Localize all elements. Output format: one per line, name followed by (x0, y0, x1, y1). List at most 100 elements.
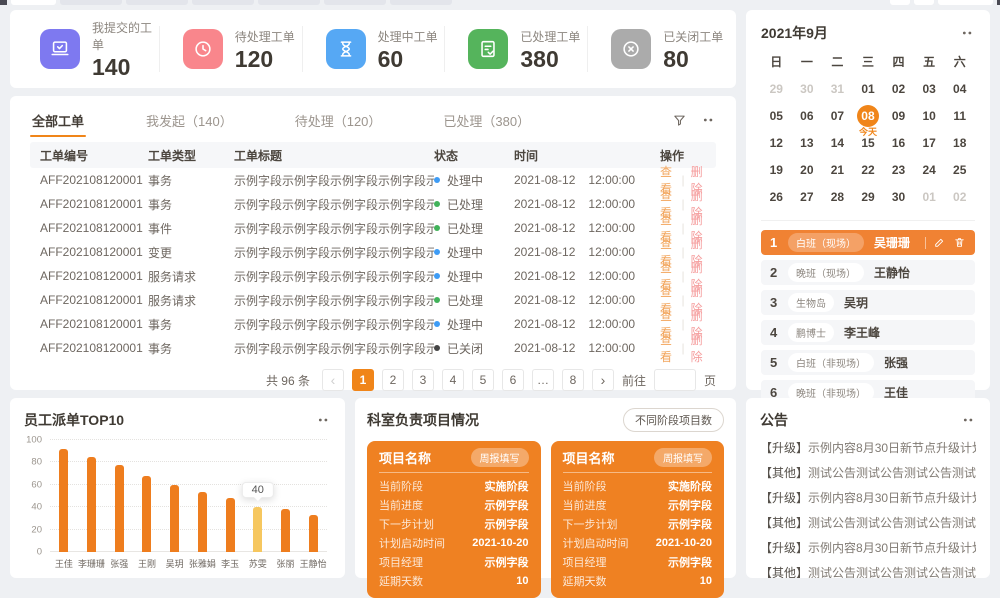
delete-link[interactable]: 删除 (691, 331, 706, 365)
weekly-report-button[interactable]: 周报填写 (471, 448, 529, 467)
notice-item[interactable]: 【升级】示例内容8月30日新节点升级计划通知 (760, 436, 976, 461)
calendar-day[interactable]: 05 (761, 102, 792, 129)
bar-张强[interactable] (105, 465, 133, 552)
calendar-day[interactable]: 21 (822, 156, 853, 183)
page-button-4[interactable]: 4 (442, 369, 464, 391)
top-tab-medium[interactable] (938, 0, 993, 5)
page-button-3[interactable]: 3 (412, 369, 434, 391)
stat-item[interactable]: 已处理工单380 (444, 10, 587, 88)
top-tab[interactable] (192, 0, 254, 5)
page-button-…[interactable]: … (532, 369, 554, 391)
more-icon[interactable] (318, 418, 331, 422)
shift-row[interactable]: 1白班（现场）吴珊珊 (761, 230, 975, 255)
tab-已处理（380）[interactable]: 已处理（380） (441, 102, 532, 138)
calendar-day[interactable]: 17 (914, 129, 945, 156)
calendar-day[interactable]: 24 (914, 156, 945, 183)
calendar-day[interactable]: 29 (853, 183, 884, 210)
notice-item[interactable]: 【其他】测试公告测试公告测试公告测试公告测试公告 (760, 511, 976, 536)
stat-item[interactable]: 处理中工单60 (302, 10, 445, 88)
bar-李珊珊[interactable] (78, 457, 106, 552)
page-button-5[interactable]: 5 (472, 369, 494, 391)
view-link[interactable]: 查看 (660, 331, 675, 365)
calendar-day[interactable]: 09 (883, 102, 914, 129)
tab-全部工单[interactable]: 全部工单 (30, 102, 86, 138)
stage-count-button[interactable]: 不同阶段项目数 (623, 408, 724, 432)
calendar-day[interactable]: 18 (944, 129, 975, 156)
calendar-day[interactable]: 13 (792, 129, 823, 156)
calendar-day[interactable]: 26 (761, 183, 792, 210)
bar-王静怡[interactable] (299, 515, 327, 552)
calendar-day[interactable]: 11 (944, 102, 975, 129)
calendar-day[interactable]: 12 (761, 129, 792, 156)
calendar-day[interactable]: 29 (761, 75, 792, 102)
calendar-day[interactable]: 22 (853, 156, 884, 183)
calendar-day[interactable]: 14 (822, 129, 853, 156)
top-tab[interactable] (324, 0, 386, 5)
top-tab[interactable] (126, 0, 188, 5)
more-icon[interactable] (962, 31, 975, 35)
edit-icon[interactable] (933, 236, 946, 249)
bar-吴玥[interactable] (161, 485, 189, 552)
top-tab-active[interactable] (11, 0, 56, 5)
page-button-6[interactable]: 6 (502, 369, 524, 391)
next-page-button[interactable]: › (592, 369, 614, 391)
calendar-day[interactable]: 31 (822, 75, 853, 102)
cell-status: 已关闭 (434, 340, 514, 357)
stat-item[interactable]: 已关闭工单80 (587, 10, 730, 88)
notice-item[interactable]: 【其他】测试公告测试公告测试公告测试公告测试公告 (760, 561, 976, 578)
goto-page-input[interactable] (654, 369, 696, 391)
top-tab[interactable] (258, 0, 320, 5)
top-tab-small[interactable] (890, 0, 910, 5)
bar-李玉[interactable] (216, 498, 244, 552)
calendar-day[interactable]: 19 (761, 156, 792, 183)
stat-item[interactable]: 待处理工单120 (159, 10, 302, 88)
stat-item[interactable]: 我提交的工单140 (16, 10, 159, 88)
top-tab-small[interactable] (914, 0, 934, 5)
filter-icon[interactable] (672, 113, 687, 128)
more-icon[interactable] (703, 118, 716, 122)
prev-page-button[interactable]: ‹ (322, 369, 344, 391)
tab-待处理（120）[interactable]: 待处理（120） (293, 102, 384, 138)
calendar-day[interactable]: 06 (792, 102, 823, 129)
project-card[interactable]: 项目名称周报填写当前阶段实施阶段当前进度示例字段下一步计划示例字段计划启动时间2… (367, 441, 541, 598)
top-tab[interactable] (60, 0, 122, 5)
bar-王刚[interactable] (133, 476, 161, 552)
shift-row[interactable]: 2晚班（现场）王静怡 (761, 260, 975, 285)
calendar-day[interactable]: 25 (944, 156, 975, 183)
bar-苏雯[interactable]: 40 (244, 507, 272, 552)
calendar-day[interactable]: 01 (853, 75, 884, 102)
weekly-report-button[interactable]: 周报填写 (654, 448, 712, 467)
bar-王佳[interactable] (50, 449, 78, 552)
shift-row[interactable]: 5白班（非现场）张强 (761, 350, 975, 375)
calendar-day[interactable]: 28 (822, 183, 853, 210)
calendar-day[interactable]: 01 (914, 183, 945, 210)
notice-item[interactable]: 【升级】示例内容8月30日新节点升级计划通知 (760, 486, 976, 511)
calendar-day[interactable]: 02 (883, 75, 914, 102)
calendar-day[interactable]: 20 (792, 156, 823, 183)
page-button-8[interactable]: 8 (562, 369, 584, 391)
shift-row[interactable]: 3生物岛吴玥 (761, 290, 975, 315)
page-button-2[interactable]: 2 (382, 369, 404, 391)
notice-item[interactable]: 【升级】示例内容8月30日新节点升级计划通知 (760, 536, 976, 561)
calendar-day[interactable]: 04 (944, 75, 975, 102)
calendar-day[interactable]: 30 (792, 75, 823, 102)
bar-张雅娟[interactable] (189, 492, 217, 552)
calendar-day-today[interactable]: 08今天 (853, 102, 884, 129)
top-tab[interactable] (390, 0, 452, 5)
calendar-day[interactable]: 27 (792, 183, 823, 210)
page-button-1[interactable]: 1 (352, 369, 374, 391)
calendar-day[interactable]: 16 (883, 129, 914, 156)
bar-张丽[interactable] (272, 509, 300, 552)
more-icon[interactable] (963, 418, 976, 422)
trash-icon[interactable] (953, 236, 966, 249)
calendar-day[interactable]: 10 (914, 102, 945, 129)
calendar-day[interactable]: 30 (883, 183, 914, 210)
shift-row[interactable]: 4鹏博士李王峰 (761, 320, 975, 345)
calendar-day[interactable]: 07 (822, 102, 853, 129)
calendar-day[interactable]: 03 (914, 75, 945, 102)
tab-我发起（140）[interactable]: 我发起（140） (144, 102, 235, 138)
calendar-day[interactable]: 23 (883, 156, 914, 183)
calendar-day[interactable]: 02 (944, 183, 975, 210)
notice-item[interactable]: 【其他】测试公告测试公告测试公告测试公告测试公告 (760, 461, 976, 486)
project-card[interactable]: 项目名称周报填写当前阶段实施阶段当前进度示例字段下一步计划示例字段计划启动时间2… (551, 441, 725, 598)
